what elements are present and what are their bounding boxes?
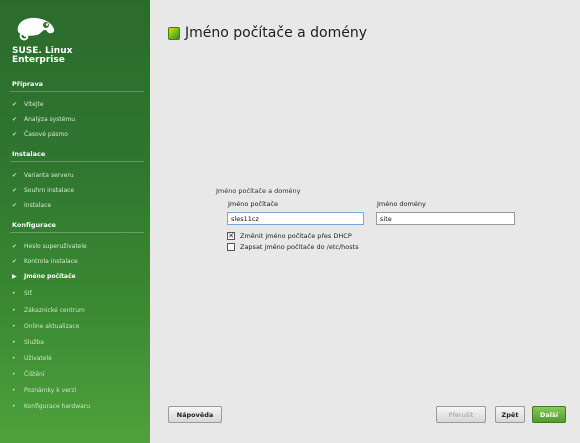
step-jmeno-pocitace: ▶ Jméno počítače — [12, 273, 76, 280]
main-panel: Jméno počítače a domény Jméno počítače a… — [150, 0, 580, 443]
step-label: Jméno počítače — [24, 273, 76, 280]
checkbox-checked-icon[interactable]: ✕ — [227, 232, 235, 240]
step-label: Čištění — [24, 371, 45, 378]
checkmark-icon: ✔ — [12, 131, 18, 138]
hosts-checkbox[interactable]: Zapsat jméno počítače do /etc/hosts — [227, 243, 359, 251]
step-label: Síť — [24, 290, 32, 297]
step-online-aktualizace: • Online aktualizace — [12, 323, 79, 330]
step-sluzba: • Služba — [12, 339, 44, 346]
dhcp-checkbox[interactable]: ✕ Změnit jméno počítače přes DHCP — [227, 232, 352, 240]
hostname-label: Jméno počítače — [228, 200, 278, 208]
bullet-icon: • — [12, 403, 16, 410]
checkmark-icon: ✔ — [12, 101, 18, 108]
section-divider — [10, 232, 144, 233]
bullet-icon: • — [12, 323, 16, 330]
bullet-icon: • — [12, 339, 16, 346]
step-uzivatele: • Uživatelé — [12, 355, 52, 362]
section-title-instalace: Instalace — [12, 150, 46, 158]
hosts-checkbox-label: Zapsat jméno počítače do /etc/hosts — [240, 243, 359, 251]
step-vitejte: ✔ Vítejte — [12, 101, 44, 108]
step-label: Konfigurace hardwaru — [24, 403, 91, 410]
step-label: Kontrola instalace — [24, 258, 78, 265]
section-divider — [10, 91, 144, 92]
page-title: Jméno počítače a domény — [185, 25, 368, 41]
domain-input[interactable]: site — [376, 212, 515, 225]
step-heslo-superuzivatele: ✔ Heslo superuživatele — [12, 243, 87, 250]
step-varianta-serveru: ✔ Varianta serveru — [12, 172, 74, 179]
step-label: Služba — [24, 339, 44, 346]
checkmark-icon: ✔ — [12, 116, 18, 123]
bullet-icon: • — [12, 307, 16, 314]
brand-name: SUSE. Linux Enterprise — [12, 47, 72, 65]
checkmark-icon: ✔ — [12, 243, 18, 250]
step-konfigurace-hardwaru: • Konfigurace hardwaru — [12, 403, 90, 410]
bullet-icon: • — [12, 355, 16, 362]
checkmark-icon: ✔ — [12, 187, 18, 194]
domain-label: Jméno domény — [377, 200, 426, 208]
step-poznamky-k-verzi: • Poznámky k verzi — [12, 387, 76, 394]
step-label: Časové pásmo — [24, 131, 68, 138]
brand-line-2: Enterprise — [12, 55, 65, 65]
suse-chameleon-logo — [17, 17, 55, 41]
step-label: Heslo superuživatele — [24, 243, 87, 250]
step-instalace: ✔ Instalace — [12, 202, 51, 209]
step-label: Poznámky k verzi — [24, 387, 77, 394]
step-label: Uživatelé — [24, 355, 52, 362]
sidebar: SUSE. Linux Enterprise Příprava ✔ Vítejte… — [0, 0, 150, 443]
bullet-icon: • — [12, 371, 16, 378]
checkbox-unchecked-icon[interactable] — [227, 243, 235, 251]
step-label: Souhrn instalace — [24, 187, 75, 194]
dhcp-checkbox-label: Změnit jméno počítače přes DHCP — [240, 232, 352, 240]
section-title-konfigurace: Konfigurace — [12, 221, 56, 229]
section-divider — [10, 161, 144, 162]
step-zakaznicke-centrum: • Zákaznické centrum — [12, 307, 85, 314]
step-souhrn-instalace: ✔ Souhrn instalace — [12, 187, 74, 194]
step-label: Instalace — [24, 202, 52, 209]
hostname-input[interactable]: sles11cz — [227, 212, 364, 225]
step-kontrola-instalace: ✔ Kontrola instalace — [12, 258, 78, 265]
step-label: Analýza systému — [24, 116, 76, 123]
arrow-right-icon: ▶ — [12, 273, 17, 280]
step-sit: • Síť — [12, 290, 32, 297]
bullet-icon: • — [12, 387, 16, 394]
checkmark-icon: ✔ — [12, 258, 18, 265]
step-analyza-systemu: ✔ Analýza systému — [12, 116, 75, 123]
abort-button[interactable]: Přerušit — [436, 406, 486, 423]
step-label: Zákaznické centrum — [24, 307, 85, 314]
bullet-icon: • — [12, 290, 16, 297]
section-title-priprava: Příprava — [12, 80, 44, 88]
step-label: Vítejte — [24, 101, 44, 108]
step-label: Online aktualizace — [24, 323, 80, 330]
step-label: Varianta serveru — [24, 172, 74, 179]
network-host-icon — [168, 27, 180, 40]
checkmark-icon: ✔ — [12, 202, 18, 209]
step-cisteni: • Čištění — [12, 371, 45, 378]
next-button[interactable]: Další — [532, 406, 566, 423]
form-group-label: Jméno počítače a domény — [216, 187, 301, 195]
help-button[interactable]: Nápověda — [168, 406, 222, 423]
back-button[interactable]: Zpět — [495, 406, 525, 423]
step-casove-pasmo: ✔ Časové pásmo — [12, 131, 68, 138]
checkmark-icon: ✔ — [12, 172, 18, 179]
